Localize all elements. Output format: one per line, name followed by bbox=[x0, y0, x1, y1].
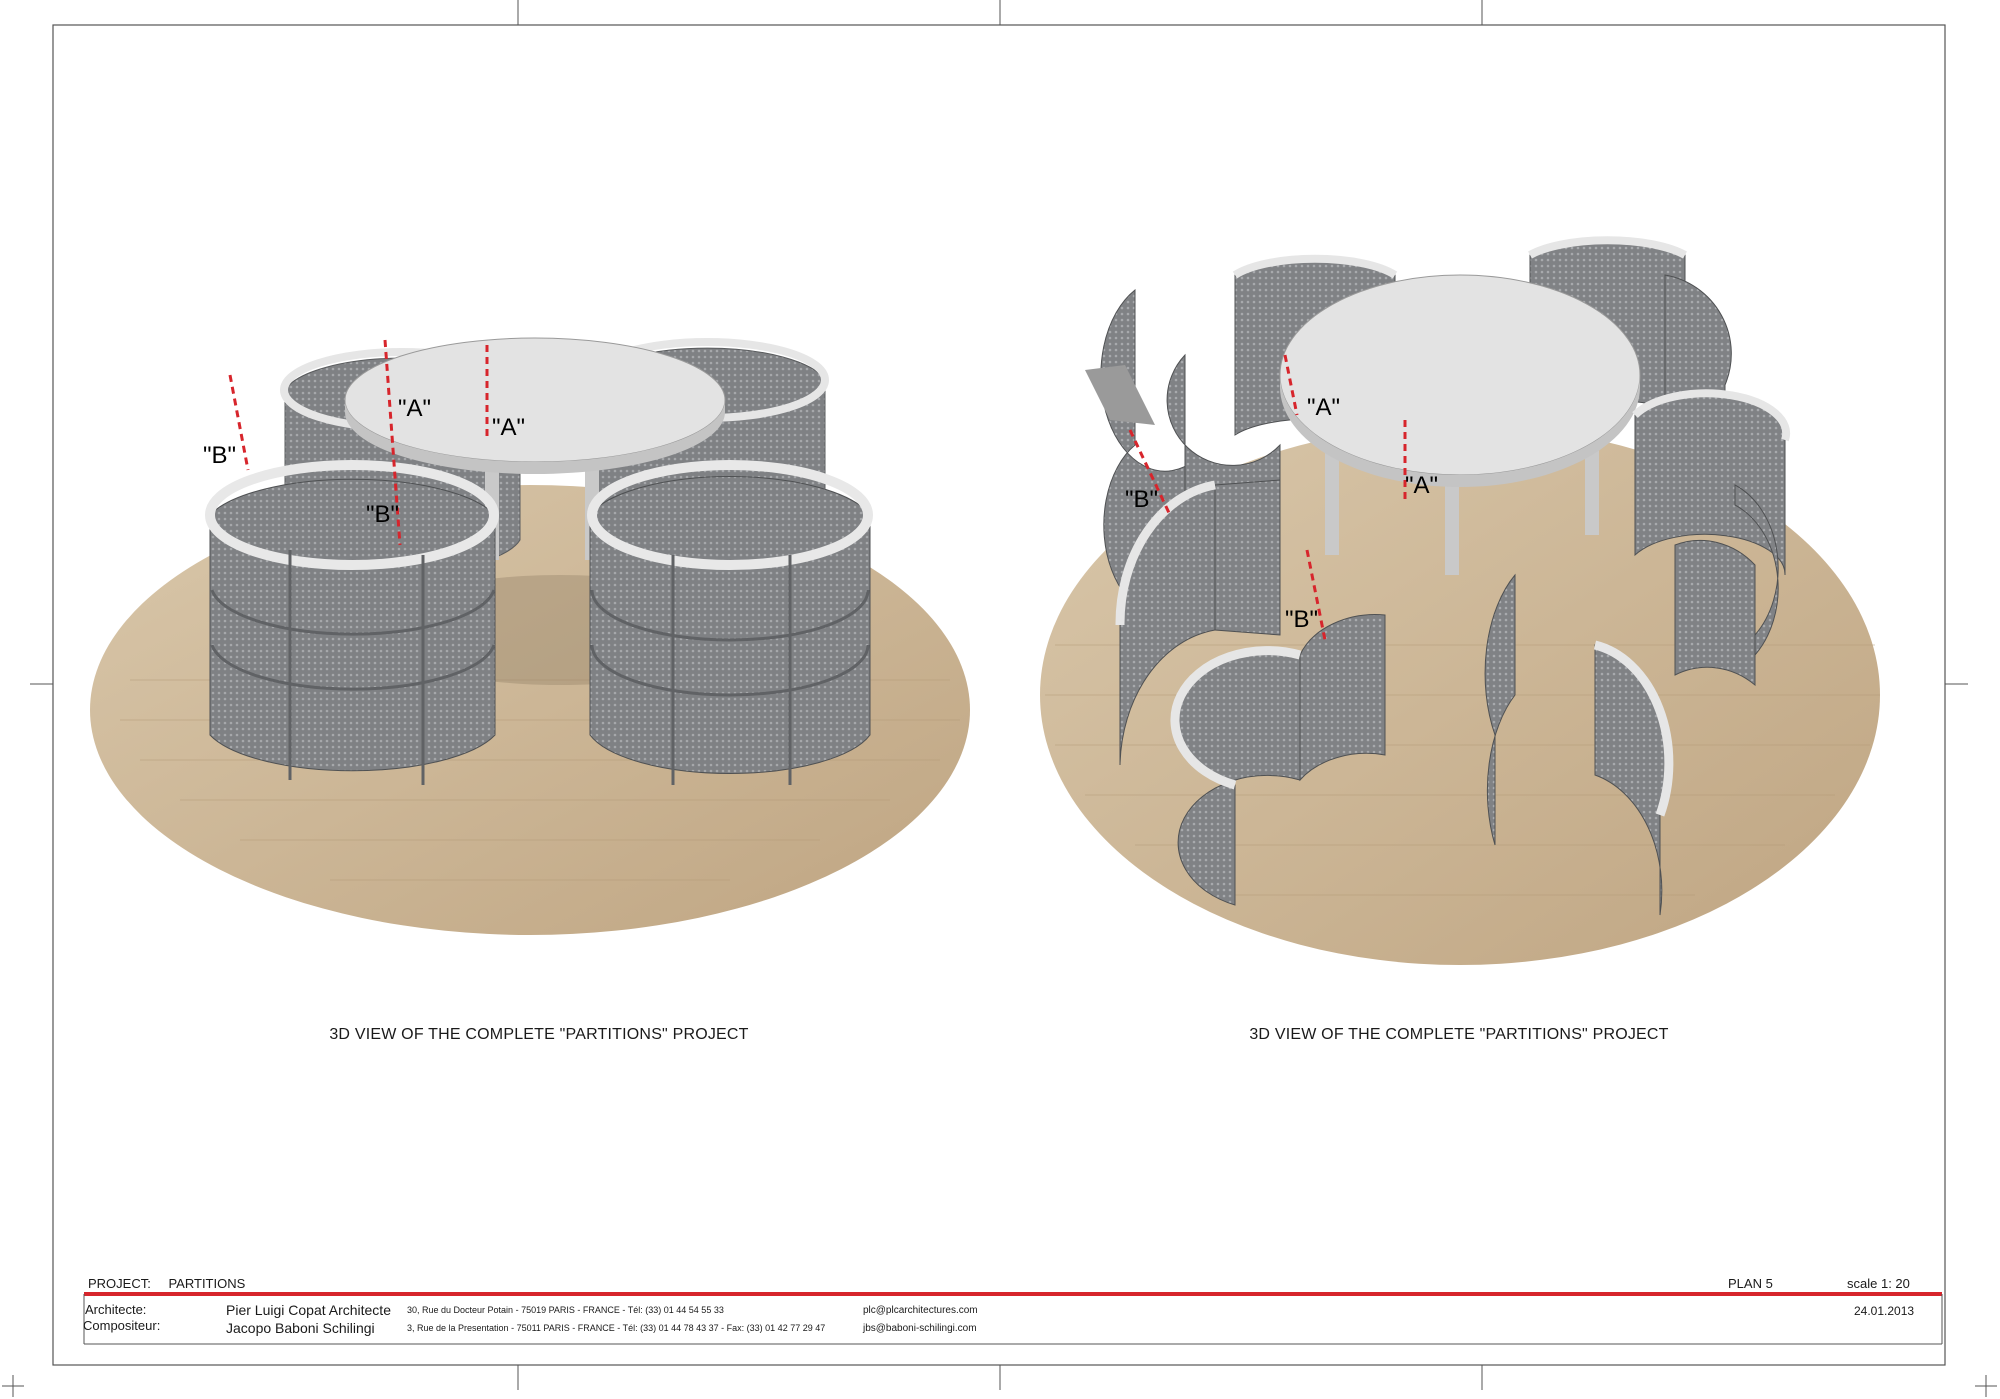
table-top bbox=[1279, 274, 1641, 476]
role-architect: Architecte: bbox=[85, 1302, 147, 1317]
project-line: PROJECT: PARTITIONS bbox=[88, 1276, 245, 1291]
marker-a-1: "A" bbox=[398, 395, 431, 422]
left-render: "A" "A" "B" "B" bbox=[90, 337, 970, 935]
composer-name: Jacopo Baboni Schilingi bbox=[226, 1320, 375, 1336]
marker-a-1: "A" bbox=[1307, 394, 1340, 421]
left-3d-view: "A" "A" "B" "B" bbox=[90, 300, 990, 940]
project-label: PROJECT: bbox=[88, 1276, 151, 1291]
architect-name: Pier Luigi Copat Architecte bbox=[226, 1302, 391, 1318]
left-view-caption: 3D VIEW OF THE COMPLETE "PARTITIONS" PRO… bbox=[329, 1026, 749, 1043]
composer-email: jbs@baboni-schilingi.com bbox=[863, 1323, 977, 1334]
marker-a-2: "A" bbox=[492, 414, 525, 441]
drawing-date: 24.01.2013 bbox=[1854, 1304, 1915, 1318]
architect-address: 30, Rue du Docteur Potain - 75019 PARIS … bbox=[407, 1305, 724, 1315]
marker-b-1: "B" bbox=[1125, 486, 1158, 513]
marker-b-1: "B" bbox=[203, 442, 236, 469]
drawing-scale: scale 1: 20 bbox=[1847, 1276, 1910, 1291]
right-3d-view: "A" "A" "B" "B" bbox=[1035, 215, 1905, 975]
role-composer: Compositeur: bbox=[83, 1318, 161, 1333]
marker-a-2: "A" bbox=[1405, 472, 1438, 499]
plan-number: PLAN 5 bbox=[1728, 1276, 1773, 1291]
marker-b-2: "B" bbox=[366, 501, 399, 528]
marker-b-2: "B" bbox=[1285, 606, 1318, 633]
architect-email: plc@plcarchitectures.com bbox=[863, 1305, 978, 1316]
right-render: "A" "A" "B" "B" bbox=[1040, 236, 1880, 965]
composer-address: 3, Rue de la Presentation - 75011 PARIS … bbox=[407, 1323, 826, 1333]
right-view-caption: 3D VIEW OF THE COMPLETE "PARTITIONS" PRO… bbox=[1249, 1026, 1669, 1043]
project-name: PARTITIONS bbox=[168, 1276, 246, 1291]
